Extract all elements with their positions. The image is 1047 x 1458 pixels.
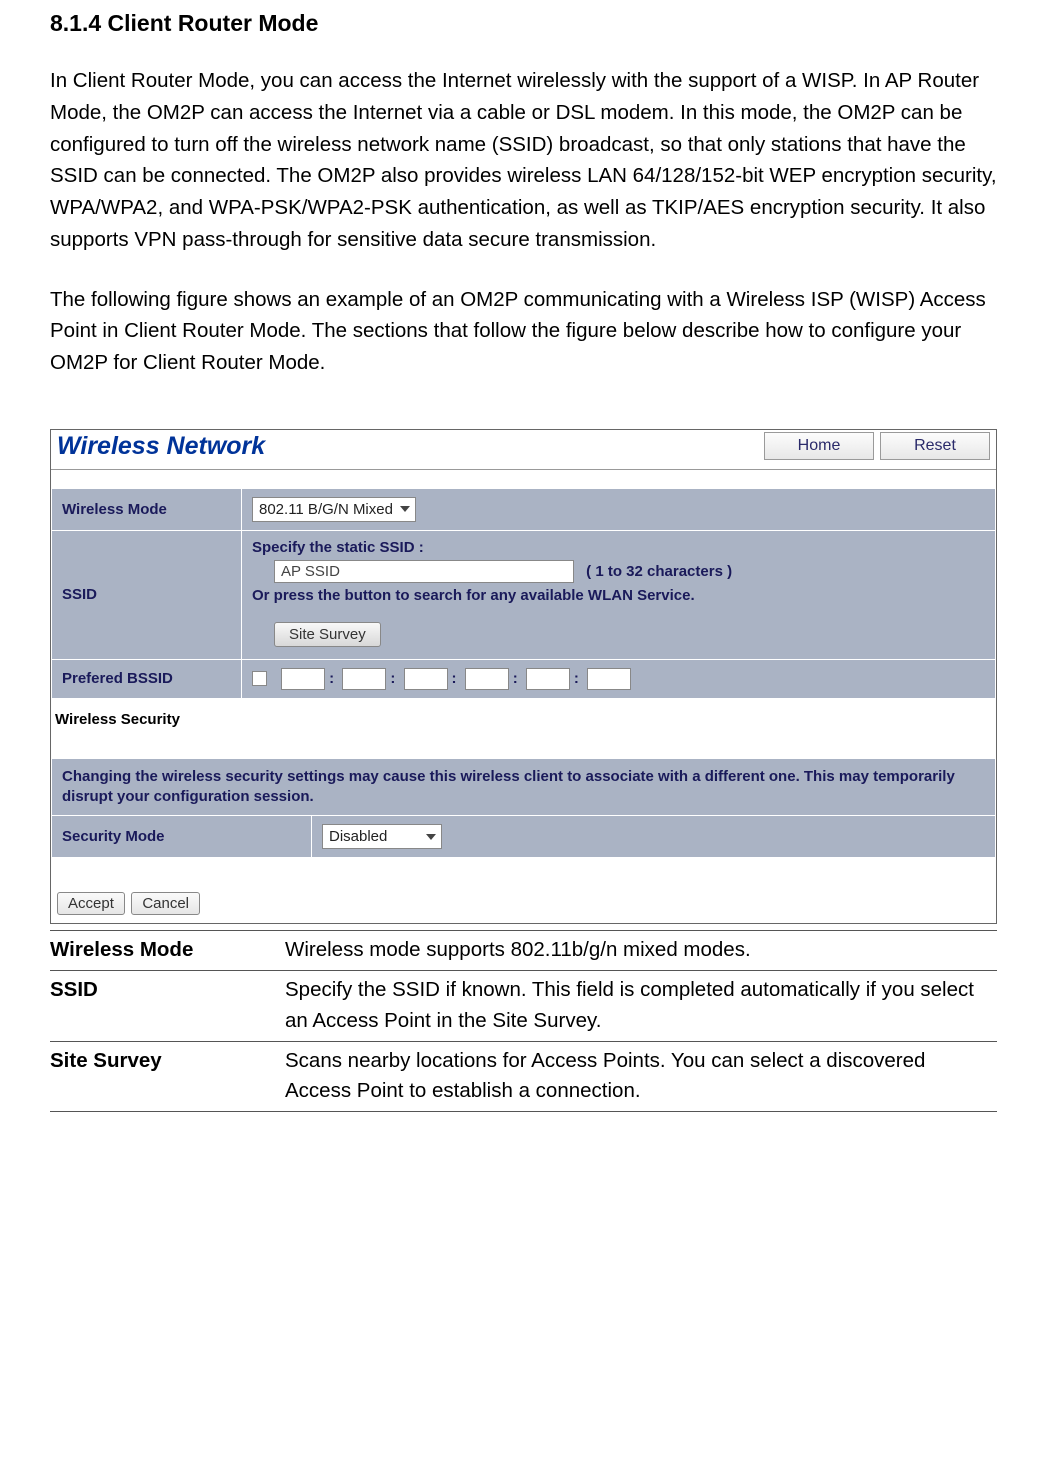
security-table: Changing the wireless security settings … (51, 758, 996, 859)
table-row: Site Survey Scans nearby locations for A… (50, 1041, 997, 1112)
ssid-or-line: Or press the button to search for any av… (252, 587, 985, 604)
desc-term: Wireless Mode (50, 931, 285, 971)
ssid-cell: Specify the static SSID : AP SSID ( 1 to… (242, 530, 996, 659)
bssid-octet-3[interactable] (404, 668, 448, 690)
wireless-security-subhead: Wireless Security (51, 699, 996, 740)
ssid-static-line: Specify the static SSID : (252, 539, 985, 556)
desc-term: Site Survey (50, 1041, 285, 1112)
table-row: Wireless Mode Wireless mode supports 802… (50, 931, 997, 971)
cancel-button[interactable]: Cancel (131, 892, 200, 915)
desc-text: Scans nearby locations for Access Points… (285, 1041, 997, 1112)
bssid-octet-4[interactable] (465, 668, 509, 690)
colon-separator: : (509, 670, 522, 687)
prefered-bssid-label: Prefered BSSID (52, 659, 242, 698)
colon-separator: : (448, 670, 461, 687)
wireless-mode-select[interactable]: 802.11 B/G/N Mixed (252, 497, 416, 522)
colon-separator: : (570, 670, 583, 687)
ssid-char-hint: ( 1 to 32 characters ) (586, 563, 732, 580)
security-mode-cell: Disabled (312, 816, 996, 858)
panel-header: Wireless Network Home Reset (51, 430, 996, 470)
desc-text: Specify the SSID if known. This field is… (285, 971, 997, 1042)
wireless-mode-value: 802.11 B/G/N Mixed (259, 501, 393, 518)
bssid-octet-2[interactable] (342, 668, 386, 690)
config-table: Wireless Mode 802.11 B/G/N Mixed SSID Sp… (51, 488, 996, 699)
wireless-mode-label: Wireless Mode (52, 488, 242, 530)
bssid-octet-6[interactable] (587, 668, 631, 690)
accept-button[interactable]: Accept (57, 892, 125, 915)
security-mode-label: Security Mode (52, 816, 312, 858)
panel-footer-buttons: Accept Cancel (51, 858, 996, 923)
wireless-network-panel: Wireless Network Home Reset Wireless Mod… (50, 429, 997, 925)
desc-text: Wireless mode supports 802.11b/g/n mixed… (285, 931, 997, 971)
section-heading: 8.1.4 Client Router Mode (50, 10, 997, 37)
prefered-bssid-cell: : : : : : (242, 659, 996, 698)
bssid-octet-5[interactable] (526, 668, 570, 690)
colon-separator: : (325, 670, 338, 687)
chevron-down-icon (426, 834, 436, 840)
colon-separator: : (386, 670, 399, 687)
bssid-checkbox[interactable] (252, 671, 267, 686)
desc-term: SSID (50, 971, 285, 1042)
security-warning: Changing the wireless security settings … (52, 758, 996, 816)
wireless-mode-cell: 802.11 B/G/N Mixed (242, 488, 996, 530)
chevron-down-icon (400, 506, 410, 512)
reset-button[interactable]: Reset (880, 432, 990, 460)
intro-paragraph-1: In Client Router Mode, you can access th… (50, 65, 997, 256)
table-row: SSID Specify the SSID if known. This fie… (50, 971, 997, 1042)
bssid-octet-1[interactable] (281, 668, 325, 690)
intro-paragraph-2: The following figure shows an example of… (50, 284, 997, 379)
description-table: Wireless Mode Wireless mode supports 802… (50, 930, 997, 1112)
site-survey-button[interactable]: Site Survey (274, 622, 381, 647)
security-mode-value: Disabled (329, 828, 387, 845)
home-button[interactable]: Home (764, 432, 874, 460)
security-mode-select[interactable]: Disabled (322, 824, 442, 849)
ssid-label: SSID (52, 530, 242, 659)
ssid-input[interactable]: AP SSID (274, 560, 574, 583)
panel-title: Wireless Network (57, 432, 758, 461)
